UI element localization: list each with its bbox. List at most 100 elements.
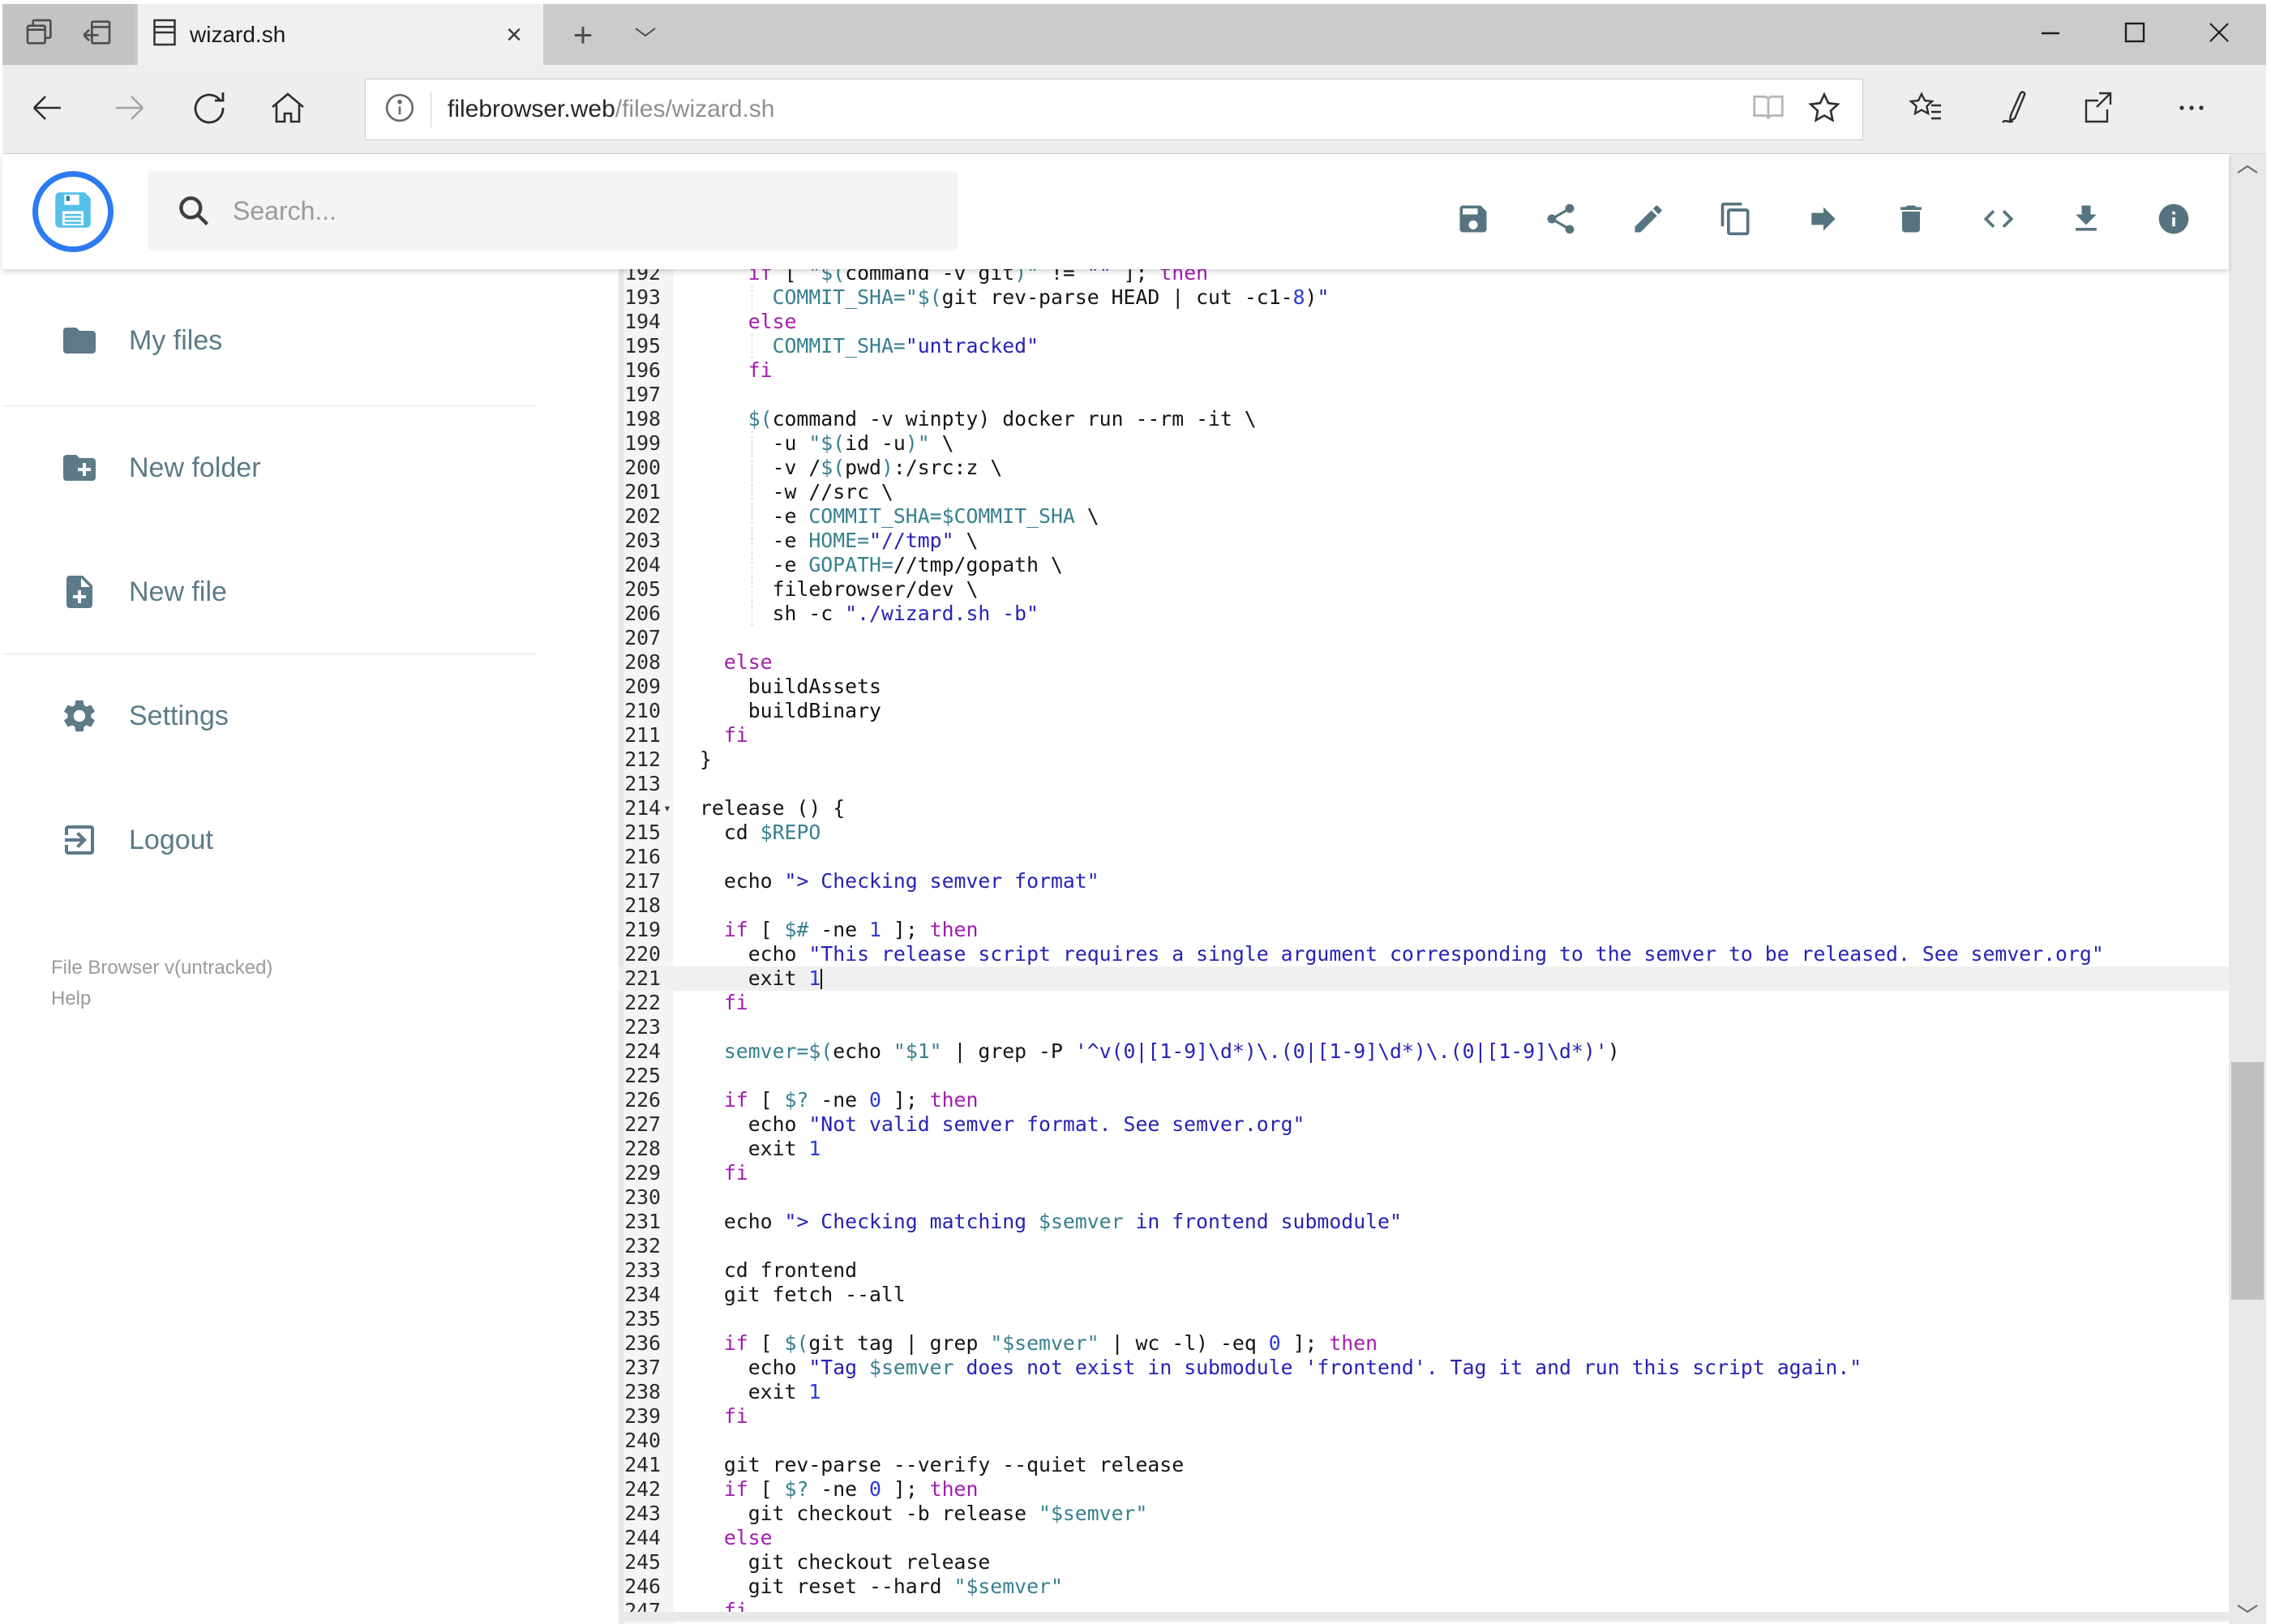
code-line[interactable]: 229 fi <box>619 1161 2229 1185</box>
sidebar-item-settings[interactable]: Settings <box>2 677 570 755</box>
code-line[interactable]: 218 <box>619 893 2229 918</box>
code-line[interactable]: 215 cd $REPO <box>619 821 2229 845</box>
url-text[interactable]: filebrowser.web/files/wizard.sh <box>448 96 1750 123</box>
home-button[interactable] <box>262 84 314 135</box>
sidebar-item-new-folder[interactable]: New folder <box>2 429 570 507</box>
code-line[interactable]: 199 -u "$(id -u)" \ <box>619 431 2229 456</box>
tab-preview-button[interactable] <box>19 14 61 56</box>
code-line[interactable]: 219 if [ $# -ne 1 ]; then <box>619 918 2229 942</box>
code-line[interactable]: 244 else <box>619 1526 2229 1550</box>
code-line[interactable]: 238 exit 1 <box>619 1380 2229 1404</box>
code-line[interactable]: 203 -e HOME="//tmp" \ <box>619 529 2229 553</box>
code-line[interactable]: 233 cd frontend <box>619 1258 2229 1283</box>
editor-horizontal-scrollbar[interactable] <box>619 1612 2229 1622</box>
code-line[interactable]: 232 <box>619 1234 2229 1258</box>
code-line[interactable]: 202 -e COMMIT_SHA=$COMMIT_SHA \ <box>619 504 2229 529</box>
code-line[interactable]: 209 buildAssets <box>619 675 2229 699</box>
raw-code-button[interactable] <box>1981 203 2016 238</box>
filebrowser-logo[interactable] <box>32 171 114 252</box>
code-line[interactable]: 234 git fetch --all <box>619 1283 2229 1307</box>
code-line[interactable]: 223 <box>619 1015 2229 1039</box>
code-line[interactable]: 201 -w //src \ <box>619 480 2229 504</box>
close-button[interactable] <box>2177 4 2261 65</box>
code-editor[interactable]: 192 if [ "$(command -v git)" != "" ]; th… <box>619 269 2229 1624</box>
code-line[interactable]: 192 if [ "$(command -v git)" != "" ]; th… <box>619 269 2229 285</box>
info-button[interactable] <box>2156 203 2192 238</box>
share-button[interactable] <box>1543 203 1579 238</box>
set-tabs-aside-button[interactable] <box>76 14 118 56</box>
code-line[interactable]: 204 -e GOPATH=//tmp/gopath \ <box>619 553 2229 577</box>
more-menu-button[interactable] <box>2166 84 2217 135</box>
scroll-down-icon[interactable] <box>2235 1601 2260 1620</box>
ink-notes-button[interactable] <box>1986 84 2037 135</box>
new-tab-button[interactable]: + <box>554 4 612 65</box>
code-line[interactable]: 236 if [ $(git tag | grep "$semver" | wc… <box>619 1331 2229 1356</box>
copy-button[interactable] <box>1718 202 1754 238</box>
tab-close-icon[interactable]: × <box>499 21 529 49</box>
code-line[interactable]: 210 buildBinary <box>619 699 2229 723</box>
scrollbar-thumb[interactable] <box>2231 1062 2264 1300</box>
share-page-button[interactable] <box>2072 84 2123 135</box>
scroll-up-icon[interactable] <box>2235 162 2260 181</box>
code-line[interactable]: 205 filebrowser/dev \ <box>619 577 2229 602</box>
minimize-button[interactable] <box>2008 4 2093 65</box>
refresh-button[interactable] <box>183 84 235 135</box>
sidebar-item-my-files[interactable]: My files <box>2 302 570 379</box>
search-input[interactable] <box>231 195 915 227</box>
address-bar[interactable]: filebrowser.web/files/wizard.sh <box>365 79 1863 140</box>
fold-marker-icon[interactable]: ▾ <box>661 796 674 821</box>
download-button[interactable] <box>2068 203 2104 238</box>
sidebar-item-new-file[interactable]: New file <box>2 553 570 631</box>
code-line[interactable]: 214 ▾ release () { <box>619 796 2229 821</box>
code-line[interactable]: 241 git rev-parse --verify --quiet relea… <box>619 1453 2229 1477</box>
code-line[interactable]: 196 fi <box>619 358 2229 383</box>
search-bar[interactable] <box>148 171 958 251</box>
site-info-icon[interactable] <box>383 92 416 128</box>
code-line[interactable]: 246 git reset --hard "$semver" <box>619 1575 2229 1599</box>
code-line[interactable]: 194 else <box>619 310 2229 334</box>
forward-button[interactable] <box>104 84 156 135</box>
code-line[interactable]: 216 <box>619 845 2229 869</box>
code-line[interactable]: 208 else <box>619 650 2229 675</box>
code-line[interactable]: 245 git checkout release <box>619 1550 2229 1575</box>
code-line[interactable]: 226 if [ $? -ne 0 ]; then <box>619 1088 2229 1112</box>
reading-view-icon[interactable] <box>1750 92 1786 127</box>
maximize-button[interactable] <box>2093 4 2177 65</box>
code-line[interactable]: 225 <box>619 1064 2229 1088</box>
code-line[interactable]: 242 if [ $? -ne 0 ]; then <box>619 1477 2229 1502</box>
back-button[interactable] <box>21 84 73 135</box>
code-line[interactable]: 237 echo "Tag $semver does not exist in … <box>619 1356 2229 1380</box>
code-line[interactable]: 220 echo "This release script requires a… <box>619 942 2229 966</box>
code-line[interactable]: 228 exit 1 <box>619 1137 2229 1161</box>
code-line[interactable]: 197 <box>619 383 2229 407</box>
code-line[interactable]: 231 echo "> Checking matching $semver in… <box>619 1210 2229 1234</box>
tab-list-dropdown[interactable] <box>617 4 674 65</box>
code-line[interactable]: 211 fi <box>619 723 2229 748</box>
code-line[interactable]: 240 <box>619 1429 2229 1453</box>
hub-button[interactable] <box>1900 84 1952 135</box>
code-line[interactable]: 239 fi <box>619 1404 2229 1429</box>
code-line[interactable]: 235 <box>619 1307 2229 1331</box>
code-line[interactable]: 193 COMMIT_SHA="$(git rev-parse HEAD | c… <box>619 285 2229 310</box>
code-line[interactable]: 213 <box>619 772 2229 796</box>
code-line[interactable]: 200 -v /$(pwd):/src:z \ <box>619 456 2229 480</box>
code-line[interactable]: 195 COMMIT_SHA="untracked" <box>619 334 2229 358</box>
help-link[interactable]: Help <box>51 988 91 1010</box>
delete-button[interactable] <box>1893 203 1929 238</box>
code-line[interactable]: 207 <box>619 626 2229 650</box>
move-button[interactable] <box>1806 203 1841 238</box>
code-line[interactable]: 212} <box>619 748 2229 772</box>
code-line[interactable]: 198 $(command -v winpty) docker run --rm… <box>619 407 2229 431</box>
rename-button[interactable] <box>1630 203 1666 238</box>
save-button[interactable] <box>1455 203 1491 238</box>
code-line[interactable]: 227 echo "Not valid semver format. See s… <box>619 1112 2229 1137</box>
page-scrollbar[interactable] <box>2229 154 2266 1624</box>
code-line[interactable]: 222 fi <box>619 991 2229 1015</box>
sidebar-item-logout[interactable]: Logout <box>2 801 570 879</box>
code-line[interactable]: 230 <box>619 1185 2229 1210</box>
code-line[interactable]: 243 git checkout -b release "$semver" <box>619 1502 2229 1526</box>
code-line[interactable]: 224 semver=$(echo "$1" | grep -P '^v(0|[… <box>619 1039 2229 1064</box>
browser-tab[interactable]: wizard.sh × <box>138 4 543 65</box>
favorite-star-icon[interactable] <box>1807 91 1841 129</box>
code-line[interactable]: 217 echo "> Checking semver format" <box>619 869 2229 893</box>
